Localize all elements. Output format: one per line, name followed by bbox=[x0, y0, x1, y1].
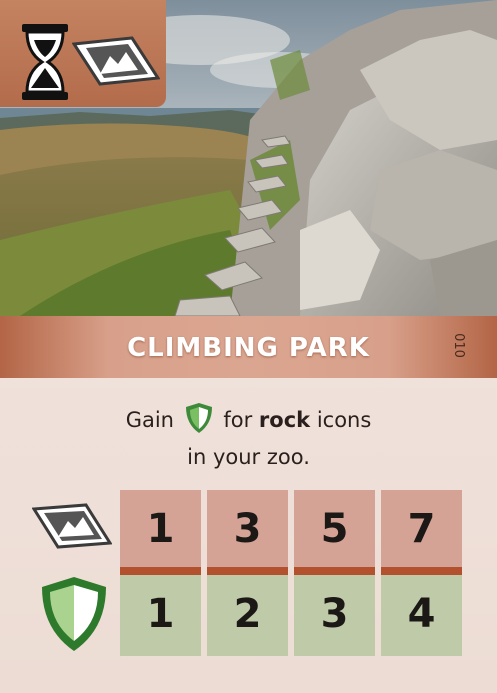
rock-count-cell: 3 bbox=[207, 490, 288, 567]
conservation-shield-icon bbox=[185, 402, 213, 442]
rock-count-value: 7 bbox=[407, 506, 436, 552]
rock-count-cell: 7 bbox=[381, 490, 462, 567]
reward-cell: 4 bbox=[381, 575, 462, 656]
effect-suffix: icons bbox=[316, 408, 372, 432]
title-band: CLIMBING PARK 010 bbox=[0, 316, 497, 378]
row-separator bbox=[207, 567, 288, 575]
reward-cell: 3 bbox=[294, 575, 375, 656]
row-separator bbox=[120, 567, 201, 575]
conservation-shield-icon bbox=[40, 575, 108, 657]
rock-icon bbox=[71, 36, 161, 90]
effect-line-2: in your zoo. bbox=[187, 445, 310, 469]
card-title: CLIMBING PARK bbox=[127, 333, 370, 363]
score-column-1: 1 1 bbox=[120, 490, 201, 656]
reward-value: 1 bbox=[146, 591, 175, 637]
reward-value: 4 bbox=[407, 591, 436, 637]
zoo-card[interactable]: CLIMBING PARK 010 Gain for rock icons in… bbox=[0, 0, 497, 693]
card-type-badge bbox=[0, 0, 166, 107]
card-number: 010 bbox=[451, 333, 467, 358]
score-column-4: 7 4 bbox=[381, 490, 462, 656]
rock-count-cell: 5 bbox=[294, 490, 375, 567]
hourglass-icon bbox=[22, 24, 68, 104]
rock-count-value: 1 bbox=[146, 506, 175, 552]
rock-count-value: 5 bbox=[320, 506, 349, 552]
reward-cell: 1 bbox=[120, 575, 201, 656]
reward-cell: 2 bbox=[207, 575, 288, 656]
score-column-2: 3 2 bbox=[207, 490, 288, 656]
row-separator bbox=[294, 567, 375, 575]
reward-value: 3 bbox=[320, 591, 349, 637]
effect-middle: for bbox=[223, 408, 253, 432]
score-column-3: 5 3 bbox=[294, 490, 375, 656]
rock-count-cell: 1 bbox=[120, 490, 201, 567]
effect-line-1: Gain for rock icons bbox=[0, 402, 497, 442]
card-effect-text: Gain for rock icons in your zoo. bbox=[0, 402, 497, 472]
effect-prefix: Gain bbox=[125, 408, 174, 432]
row-separator bbox=[381, 567, 462, 575]
effect-keyword: rock bbox=[258, 408, 311, 432]
rock-count-value: 3 bbox=[233, 506, 262, 552]
reward-value: 2 bbox=[233, 591, 262, 637]
rock-icon bbox=[31, 503, 113, 553]
